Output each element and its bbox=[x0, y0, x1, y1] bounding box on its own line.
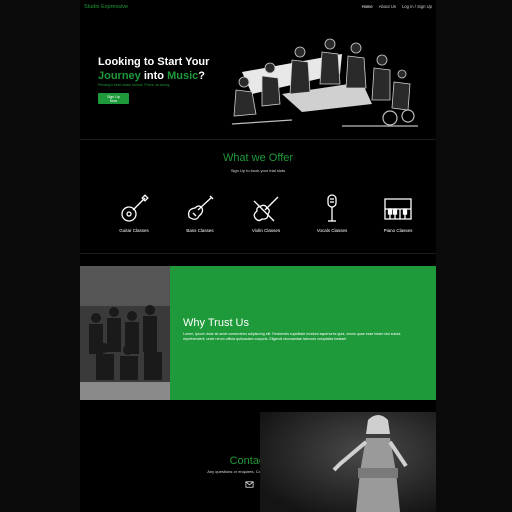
why-section: Why Trust Us Lorem, ipsum dolor sit amet… bbox=[80, 266, 436, 400]
singer-photo bbox=[260, 412, 436, 512]
band-hero-image bbox=[231, 38, 418, 127]
why-title: Why Trust Us bbox=[183, 317, 250, 329]
email-icon[interactable] bbox=[245, 480, 254, 489]
offer-title: What we Offer bbox=[222, 152, 294, 164]
hero-title-music: Music bbox=[167, 70, 199, 82]
class-vocals[interactable]: Vocals Classes bbox=[306, 193, 358, 233]
violin-icon bbox=[253, 196, 279, 222]
microphone-icon bbox=[327, 194, 337, 222]
hero-title-line1: Looking to Start Your bbox=[98, 56, 210, 68]
section-divider bbox=[80, 253, 436, 254]
class-label: Piano Classes bbox=[383, 228, 413, 233]
piano-icon bbox=[384, 198, 412, 220]
nav-bar: Home About Us Log In / Sign Up bbox=[362, 4, 432, 9]
guitar-icon bbox=[121, 194, 149, 222]
hero-title-qmark: ? bbox=[198, 70, 205, 82]
hero-subtitle: Penang's best music school. Prove us wro… bbox=[98, 83, 171, 87]
hero-title-journey: Journey bbox=[98, 70, 141, 82]
why-panel: Why Trust Us Lorem, ipsum dolor sit amet… bbox=[170, 266, 436, 400]
classes-list: Guitar Classes Bass Classes Violin Class… bbox=[108, 193, 424, 233]
nav-home[interactable]: Home bbox=[362, 4, 373, 9]
class-guitar[interactable]: Guitar Classes bbox=[108, 193, 160, 233]
class-label: Violin Classes bbox=[251, 228, 281, 233]
bass-guitar-icon bbox=[187, 195, 214, 220]
nav-about-us[interactable]: About Us bbox=[379, 4, 396, 9]
class-violin[interactable]: Violin Classes bbox=[240, 193, 292, 233]
why-text: Lorem, ipsum dolor sit amet consectetur … bbox=[183, 332, 401, 341]
class-label: Bass Classes bbox=[186, 228, 214, 233]
group-photo bbox=[80, 266, 170, 400]
class-label: Vocals Classes bbox=[316, 228, 348, 233]
page: Studio Expressive Home About Us Log In /… bbox=[80, 0, 436, 512]
class-piano[interactable]: Piano Classes bbox=[372, 193, 424, 233]
hero-title: Looking to Start Your Journey into Music… bbox=[98, 55, 238, 83]
section-divider bbox=[80, 139, 436, 140]
class-label: Guitar Classes bbox=[119, 228, 149, 233]
class-bass[interactable]: Bass Classes bbox=[174, 193, 226, 233]
sign-up-now-button[interactable]: Sign Up Now bbox=[98, 93, 129, 104]
nav-login-signup[interactable]: Log In / Sign Up bbox=[402, 4, 432, 9]
hero-title-into: into bbox=[140, 70, 168, 82]
offer-subtitle: Sign Up to book your trial slots bbox=[230, 168, 286, 173]
brand-logo[interactable]: Studio Expressive bbox=[84, 4, 128, 10]
